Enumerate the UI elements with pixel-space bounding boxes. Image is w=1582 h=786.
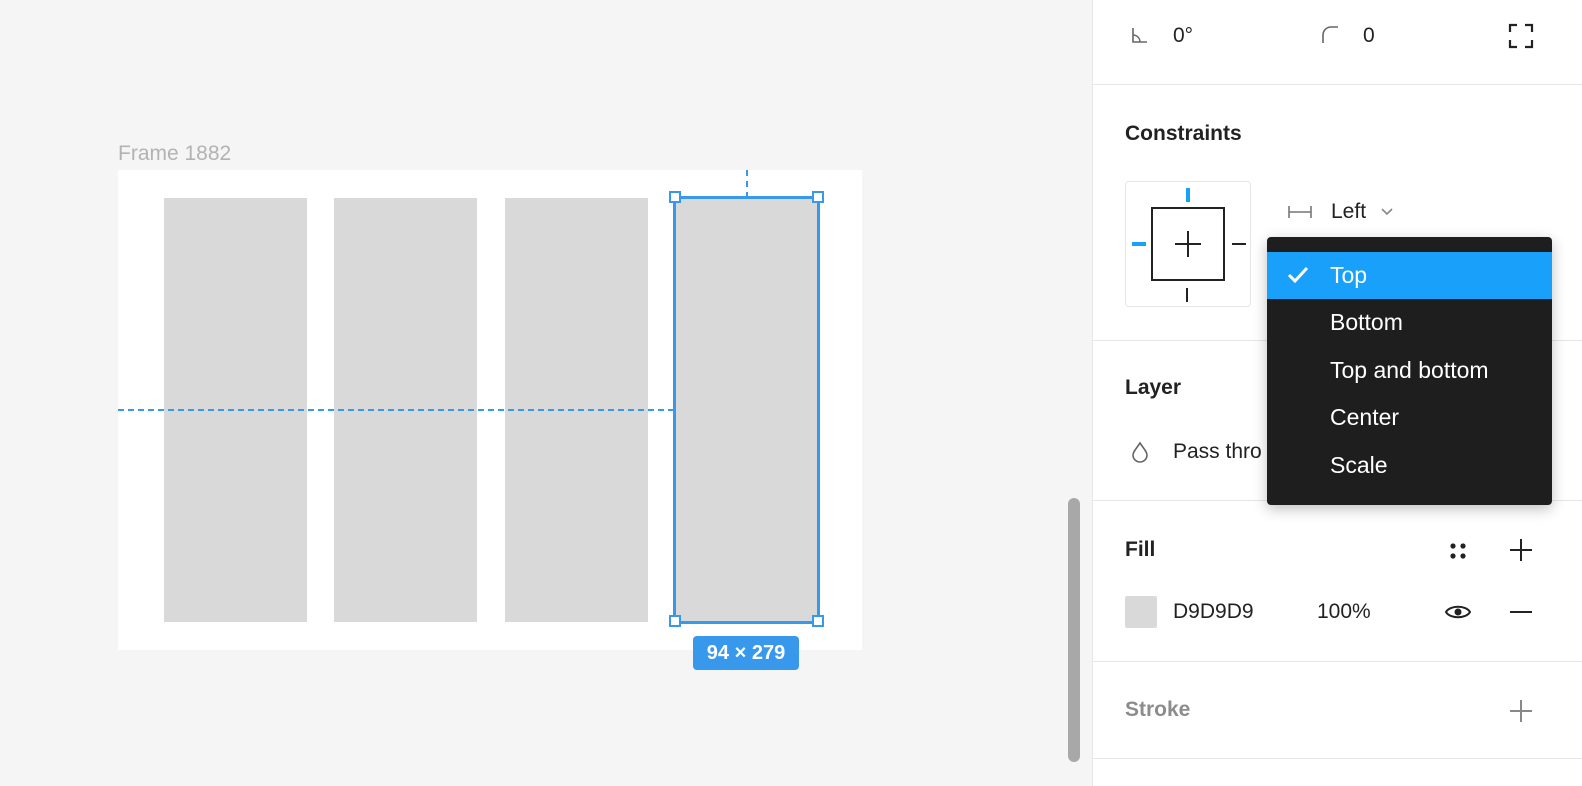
dropdown-item-top-and-bottom[interactable]: Top and bottom <box>1267 347 1552 394</box>
vertical-constraint-dropdown: Top Bottom Top and bottom Center Scale <box>1267 237 1552 505</box>
selection-size-badge: 94 × 279 <box>693 636 799 670</box>
add-stroke-icon[interactable] <box>1507 697 1535 725</box>
constraint-right-bar[interactable] <box>1232 243 1246 245</box>
horizontal-constraint-icon <box>1287 201 1313 223</box>
design-canvas[interactable]: Frame 1882 94 × 279 <box>0 0 1092 786</box>
resize-handle-top-right[interactable] <box>812 191 824 203</box>
dropdown-item-scale[interactable]: Scale <box>1267 442 1552 489</box>
distance-guide-horizontal <box>118 409 674 411</box>
styles-grid-icon[interactable] <box>1445 538 1471 564</box>
distance-guide-vertical <box>746 170 748 198</box>
stroke-title: Stroke <box>1125 698 1191 721</box>
rotation-value[interactable]: 0° <box>1173 24 1193 48</box>
constraint-left-bar[interactable] <box>1132 242 1146 246</box>
fill-opacity-value[interactable]: 100% <box>1317 600 1371 624</box>
transform-section: 0° 0 <box>1093 0 1582 85</box>
layer-title: Layer <box>1125 376 1182 399</box>
plus-icon <box>1175 231 1201 257</box>
dropdown-item-center[interactable]: Center <box>1267 394 1552 441</box>
constraints-title: Constraints <box>1125 122 1242 145</box>
constraint-bottom-bar[interactable] <box>1186 288 1188 302</box>
selected-rectangle[interactable] <box>673 196 820 624</box>
dropdown-item-label: Bottom <box>1330 309 1403 335</box>
fill-hex-value[interactable]: D9D9D9 <box>1173 600 1254 624</box>
dropdown-item-label: Top and bottom <box>1330 357 1489 383</box>
fill-title: Fill <box>1125 538 1156 561</box>
dropdown-item-bottom[interactable]: Bottom <box>1267 299 1552 346</box>
rotation-icon <box>1129 24 1151 46</box>
resize-handle-top-left[interactable] <box>669 191 681 203</box>
blend-mode-icon <box>1129 440 1151 464</box>
dropdown-item-top[interactable]: Top <box>1267 252 1552 299</box>
chevron-down-icon[interactable] <box>1379 204 1395 220</box>
frame-label[interactable]: Frame 1882 <box>118 142 231 166</box>
constraints-widget[interactable] <box>1125 181 1251 307</box>
dropdown-item-label: Scale <box>1330 452 1388 478</box>
corner-radius-icon <box>1319 24 1341 46</box>
corner-radius-value[interactable]: 0 <box>1363 24 1375 48</box>
resize-handle-bottom-right[interactable] <box>812 615 824 627</box>
constraint-top-bar[interactable] <box>1186 188 1190 202</box>
fill-color-swatch[interactable] <box>1125 596 1157 628</box>
remove-fill-icon[interactable] <box>1507 600 1535 624</box>
dropdown-item-label: Top <box>1330 262 1368 288</box>
blend-mode-select[interactable]: Pass thro <box>1173 440 1262 464</box>
horizontal-constraint-select[interactable]: Left <box>1331 200 1366 224</box>
add-fill-icon[interactable] <box>1507 536 1535 564</box>
stroke-section: Stroke <box>1093 661 1582 759</box>
dropdown-item-label: Center <box>1330 404 1400 430</box>
independent-corners-icon[interactable] <box>1507 22 1535 50</box>
constraints-inner-box[interactable] <box>1151 207 1225 281</box>
canvas-scrollbar[interactable] <box>1068 498 1080 762</box>
eye-icon[interactable] <box>1443 600 1473 624</box>
check-icon <box>1287 264 1309 291</box>
resize-handle-bottom-left[interactable] <box>669 615 681 627</box>
fill-section: Fill <box>1093 500 1582 662</box>
